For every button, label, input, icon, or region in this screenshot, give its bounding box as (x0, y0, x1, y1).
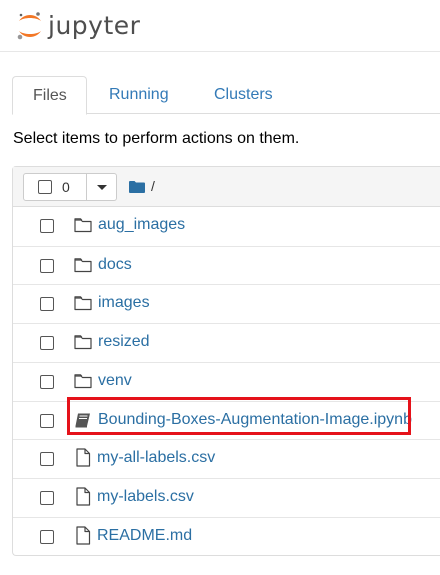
file-row[interactable]: my-all-labels.csv (13, 439, 440, 478)
file-name-link[interactable]: my-labels.csv (97, 488, 194, 506)
logo-text: jupyter (48, 11, 141, 40)
row-checkbox[interactable] (40, 529, 54, 544)
file-row[interactable]: venv (13, 361, 440, 401)
file-row[interactable]: aug_images (13, 207, 440, 246)
folder-icon[interactable] (129, 180, 145, 193)
header: jupyter (0, 0, 440, 52)
file-row[interactable]: Bounding-Boxes-Augmentation-Image.ipynb (13, 396, 440, 440)
jupyter-logo[interactable]: jupyter (16, 8, 140, 44)
file-name-link[interactable]: aug_images (98, 216, 185, 234)
select-all-group: 0 (23, 173, 129, 201)
select-all-checkbox[interactable] (38, 180, 52, 194)
row-checkbox[interactable] (40, 219, 54, 233)
selected-count: 0 (62, 179, 70, 195)
folder-icon (74, 295, 92, 313)
file-icon (75, 448, 93, 467)
file-row[interactable]: README.md (13, 516, 440, 556)
file-list-panel: 0 / aug_imagesdocs images resized venv Bound… (12, 166, 440, 556)
row-checkbox[interactable] (40, 297, 54, 312)
row-checkbox[interactable] (40, 374, 54, 389)
file-row[interactable]: my-labels.csv (13, 477, 440, 517)
row-checkbox[interactable] (40, 490, 54, 505)
file-icon (75, 525, 93, 545)
row-checkbox[interactable] (40, 336, 54, 351)
folder-icon (74, 217, 92, 235)
tab-running[interactable]: Running (97, 76, 181, 114)
file-name-link[interactable]: Bounding-Boxes-Augmentation-Image.ipynb (98, 411, 412, 429)
file-name-link[interactable]: venv (98, 372, 132, 390)
tab-files[interactable]: Files (12, 76, 87, 115)
folder-icon (74, 257, 92, 275)
file-name-link[interactable]: README.md (97, 527, 192, 545)
row-checkbox[interactable] (40, 413, 54, 428)
file-name-link[interactable]: docs (98, 256, 132, 274)
tab-clusters[interactable]: Clusters (202, 76, 285, 114)
breadcrumb-root[interactable]: / (151, 178, 155, 194)
file-row[interactable]: resized (13, 323, 440, 362)
file-row[interactable]: images (13, 284, 440, 323)
instruction-text: Select items to perform actions on them. (13, 130, 300, 147)
folder-icon (74, 373, 92, 391)
tab-bar: Files Running Clusters (12, 76, 440, 115)
file-name-link[interactable]: images (98, 294, 150, 312)
row-checkbox[interactable] (40, 258, 54, 273)
select-all-button[interactable]: 0 (23, 173, 87, 201)
chevron-down-icon (96, 184, 107, 190)
row-checkbox[interactable] (40, 452, 54, 467)
file-list-toolbar: 0 / (13, 167, 440, 207)
file-name-link[interactable]: resized (98, 333, 150, 351)
select-dropdown-button[interactable] (87, 173, 117, 201)
file-name-link[interactable]: my-all-labels.csv (97, 449, 215, 467)
jupyter-logo-icon (17, 12, 41, 40)
breadcrumb: / (129, 178, 155, 194)
file-row[interactable]: docs (13, 245, 440, 285)
notebook-icon (74, 412, 92, 430)
folder-icon (74, 334, 92, 352)
file-icon (75, 487, 93, 506)
